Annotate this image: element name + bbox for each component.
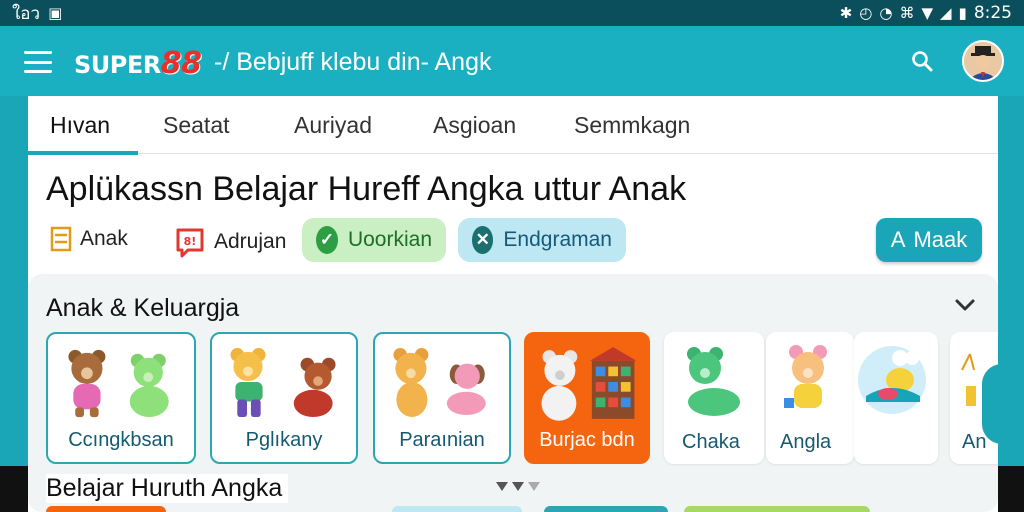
category-label: Angla — [780, 431, 832, 453]
menu-icon[interactable] — [24, 51, 52, 73]
bear-illustration-icon — [68, 349, 169, 418]
category-card[interactable] — [854, 332, 938, 464]
check-icon: ✓ — [316, 226, 338, 254]
verified-pill-label: Uoorkian — [347, 228, 432, 251]
meta-category: Anak — [50, 226, 128, 252]
next-row-peek — [46, 506, 998, 512]
status-left-text: ใอว — [12, 3, 41, 24]
chat-badge-icon: 8! — [176, 228, 204, 258]
list-icon — [50, 226, 72, 252]
category-list: Ccıngkbsan Pglıkany Paraınian Burjac bdn… — [46, 332, 998, 466]
bear-illustration-icon — [687, 347, 740, 416]
meta-category-label: Anak — [80, 227, 128, 250]
vibrate-icon: ⌘ — [899, 4, 915, 22]
bear-illustration-icon — [230, 347, 336, 418]
tab-hivan[interactable]: Hıvan — [27, 96, 139, 155]
education-pill-label: Endgraman — [503, 228, 612, 251]
category-label: Pglıkany — [245, 429, 323, 451]
bear-illustration-icon — [784, 345, 827, 408]
app-bar-title: -/ Bebjuff klebu din- Angk — [214, 48, 492, 76]
main-action-icon: A — [890, 227, 906, 252]
logo-number: 88 — [160, 46, 202, 81]
sub-section-title: Belajar Huruth Angka — [46, 474, 289, 503]
education-pill[interactable]: ✕ Endgraman — [458, 218, 626, 262]
category-card[interactable]: Ccıngkbsan — [46, 332, 196, 464]
education-icon: ✕ — [472, 226, 494, 254]
screen-edge-right — [998, 466, 1024, 512]
category-card-selected[interactable]: Burjac bdn — [524, 332, 650, 464]
category-card[interactable]: Pglıkany — [210, 332, 358, 464]
toy-shelf-illustration-icon — [541, 347, 637, 421]
screen-edge-left — [0, 466, 28, 512]
peek-card[interactable] — [544, 506, 668, 512]
status-time: 8:25 — [973, 3, 1012, 23]
alarm-icon: ◴ — [859, 4, 873, 22]
category-section: Anak & Keluargja Ccıngkbsan Pglıkany Par… — [28, 274, 998, 512]
meta-row: Anak 8! Adrujan ✓ Uoorkian ✕ Endgraman A… — [46, 218, 996, 264]
meta-rating-label: Adrujan — [214, 230, 287, 253]
avatar[interactable] — [962, 40, 1004, 82]
search-icon[interactable] — [910, 49, 934, 73]
chevron-down-icon[interactable] — [952, 292, 978, 318]
indicator-dot — [528, 482, 540, 491]
main-card: Hıvan Seatat Auriyad Asgioan Semmkagn Ap… — [27, 96, 998, 512]
tab-semmkagn[interactable]: Semmkagn — [574, 96, 690, 154]
meta-rating: 8! Adrujan — [174, 226, 286, 258]
category-label: Paraınian — [399, 429, 485, 451]
main-action-button[interactable]: A Maak — [876, 218, 982, 262]
peek-card[interactable] — [684, 506, 870, 512]
category-label: Burjac bdn — [539, 429, 635, 451]
battery-icon: ▮ — [958, 4, 967, 22]
peek-card[interactable] — [392, 506, 522, 512]
indicator-dot — [496, 482, 508, 491]
category-card[interactable]: Chaka — [664, 332, 764, 464]
svg-text:8!: 8! — [184, 235, 197, 248]
indicator-dot — [512, 482, 524, 491]
tab-asgioan[interactable]: Asgioan — [433, 96, 516, 154]
category-label: Chaka — [682, 431, 740, 453]
category-label: Ccıngkbsan — [68, 429, 174, 451]
tab-bar: Hıvan Seatat Auriyad Asgioan Semmkagn — [27, 96, 998, 155]
page-title: Aplükassn Belajar Hureff Angka uttur Ana… — [46, 170, 687, 208]
main-action-label: Maak — [913, 227, 968, 252]
logo-text: SUPER — [74, 51, 161, 79]
bluetooth-icon: ✱ — [839, 4, 853, 22]
carousel-indicator — [496, 482, 540, 491]
app-logo: SUPER88 — [74, 46, 202, 81]
tab-seatat[interactable]: Seatat — [163, 96, 230, 154]
wifi-icon: ▼ — [921, 4, 933, 22]
category-card[interactable]: Angla — [766, 332, 854, 464]
peek-card[interactable] — [46, 506, 166, 512]
dog-illustration-icon — [393, 348, 486, 417]
app-bar: SUPER88 -/ Bebjuff klebu din- Angk — [0, 26, 1024, 96]
category-card[interactable]: Paraınian — [373, 332, 511, 464]
tab-auriyad[interactable]: Auriyad — [294, 96, 372, 154]
status-bar: ใอว ▣ ✱ ◴ ◔ ⌘ ▼ ◢ ▮ 8:25 — [0, 0, 1024, 26]
floating-side-handle[interactable] — [982, 364, 1024, 444]
sync-icon: ◔ — [879, 4, 893, 22]
notification-icon: ▣ — [48, 4, 63, 22]
section-title: Anak & Keluargja — [46, 294, 240, 322]
bird-illustration-icon — [858, 346, 926, 414]
signal-icon: ◢ — [940, 4, 952, 22]
verified-pill[interactable]: ✓ Uoorkian — [302, 218, 446, 262]
